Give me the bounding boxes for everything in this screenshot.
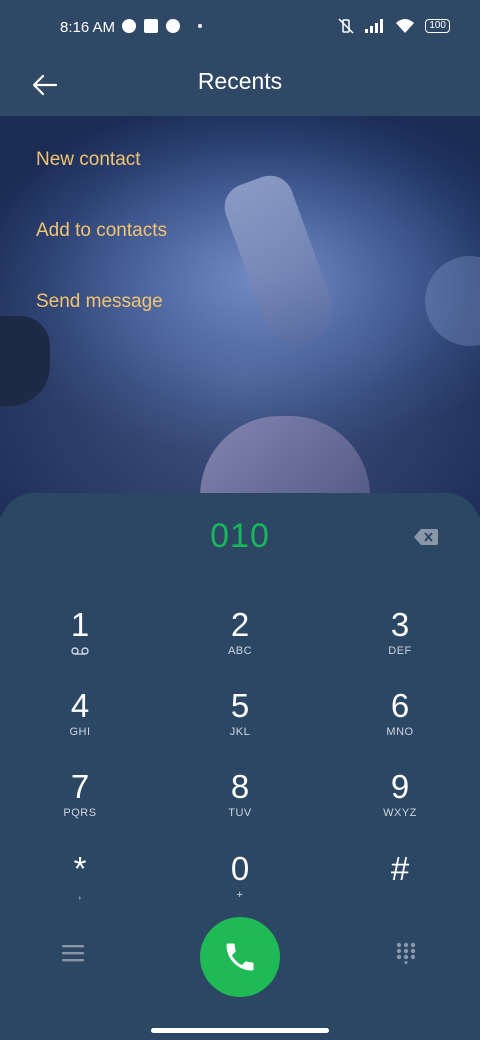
- key-letters: GHI: [69, 726, 91, 738]
- key-digit: 6: [390, 687, 410, 724]
- send-message-option[interactable]: Send message: [36, 291, 163, 313]
- square-notification-icon: [144, 19, 158, 33]
- key-0[interactable]: 0 +: [180, 851, 300, 921]
- add-to-contacts-option[interactable]: Add to contacts: [36, 220, 167, 242]
- key-1[interactable]: 1: [20, 607, 140, 677]
- status-time: 8:16 AM: [60, 19, 116, 36]
- key-digit: 0: [230, 850, 250, 887]
- key-8[interactable]: 8 TUV: [180, 769, 300, 839]
- menu-icon[interactable]: [62, 944, 84, 962]
- key-digit: 5: [230, 687, 250, 724]
- key-letters: +: [236, 889, 244, 901]
- app-notification-icon-2: [166, 19, 180, 33]
- key-digit: 2: [230, 606, 250, 643]
- key-5[interactable]: 5 JKL: [180, 688, 300, 758]
- key-3[interactable]: 3 DEF: [340, 607, 460, 677]
- phone-icon: [226, 943, 254, 971]
- key-6[interactable]: 6 MNO: [340, 688, 460, 758]
- app-bar: Recents: [0, 56, 480, 116]
- vibrate-off-icon: [338, 18, 354, 34]
- key-digit: 3: [390, 606, 410, 643]
- key-2[interactable]: 2 ABC: [180, 607, 300, 677]
- notification-icons: [122, 19, 202, 33]
- system-icons: 100: [337, 18, 450, 34]
- backspace-icon[interactable]: [414, 529, 438, 545]
- key-letters: MNO: [386, 726, 414, 738]
- key-star[interactable]: * ,: [20, 851, 140, 921]
- signal-icon: [365, 19, 384, 33]
- wallpaper-background: [0, 116, 480, 516]
- status-bar: 8:16 AM 100: [0, 0, 480, 56]
- call-button[interactable]: [200, 917, 280, 997]
- key-letters: JKL: [229, 726, 251, 738]
- key-9[interactable]: 9 WXYZ: [340, 769, 460, 839]
- dialed-number: 010: [210, 517, 270, 555]
- dialpad-toggle-icon[interactable]: [396, 942, 416, 964]
- dial-pad: 010 1 2 ABC 3 DEF 4 GHI 5 JKL 6 MNO 7 PQ…: [0, 493, 480, 1040]
- key-letters: ABC: [227, 645, 253, 657]
- key-7[interactable]: 7 PQRS: [20, 769, 140, 839]
- voicemail-icon: [71, 647, 89, 655]
- page-title: Recents: [197, 68, 283, 94]
- key-4[interactable]: 4 GHI: [20, 688, 140, 758]
- key-letters: DEF: [388, 645, 412, 657]
- key-hash[interactable]: #: [340, 851, 460, 921]
- battery-icon: 100: [425, 19, 450, 33]
- home-indicator[interactable]: [151, 1028, 329, 1033]
- key-digit: 8: [230, 768, 250, 805]
- key-digit: #: [390, 850, 410, 887]
- key-letters: ,: [78, 889, 82, 901]
- key-digit: *: [73, 850, 87, 887]
- key-letters: PQRS: [63, 807, 97, 819]
- wifi-icon: [396, 19, 415, 33]
- app-notification-icon: [122, 19, 136, 33]
- key-digit: 7: [70, 768, 90, 805]
- key-digit: 9: [390, 768, 410, 805]
- key-digit: 4: [70, 687, 90, 724]
- key-letters: WXYZ: [383, 807, 417, 819]
- key-digit: 1: [70, 606, 90, 643]
- key-letters: TUV: [228, 807, 252, 819]
- more-notifications-dot-icon: [198, 24, 202, 28]
- new-contact-option[interactable]: New contact: [36, 149, 141, 171]
